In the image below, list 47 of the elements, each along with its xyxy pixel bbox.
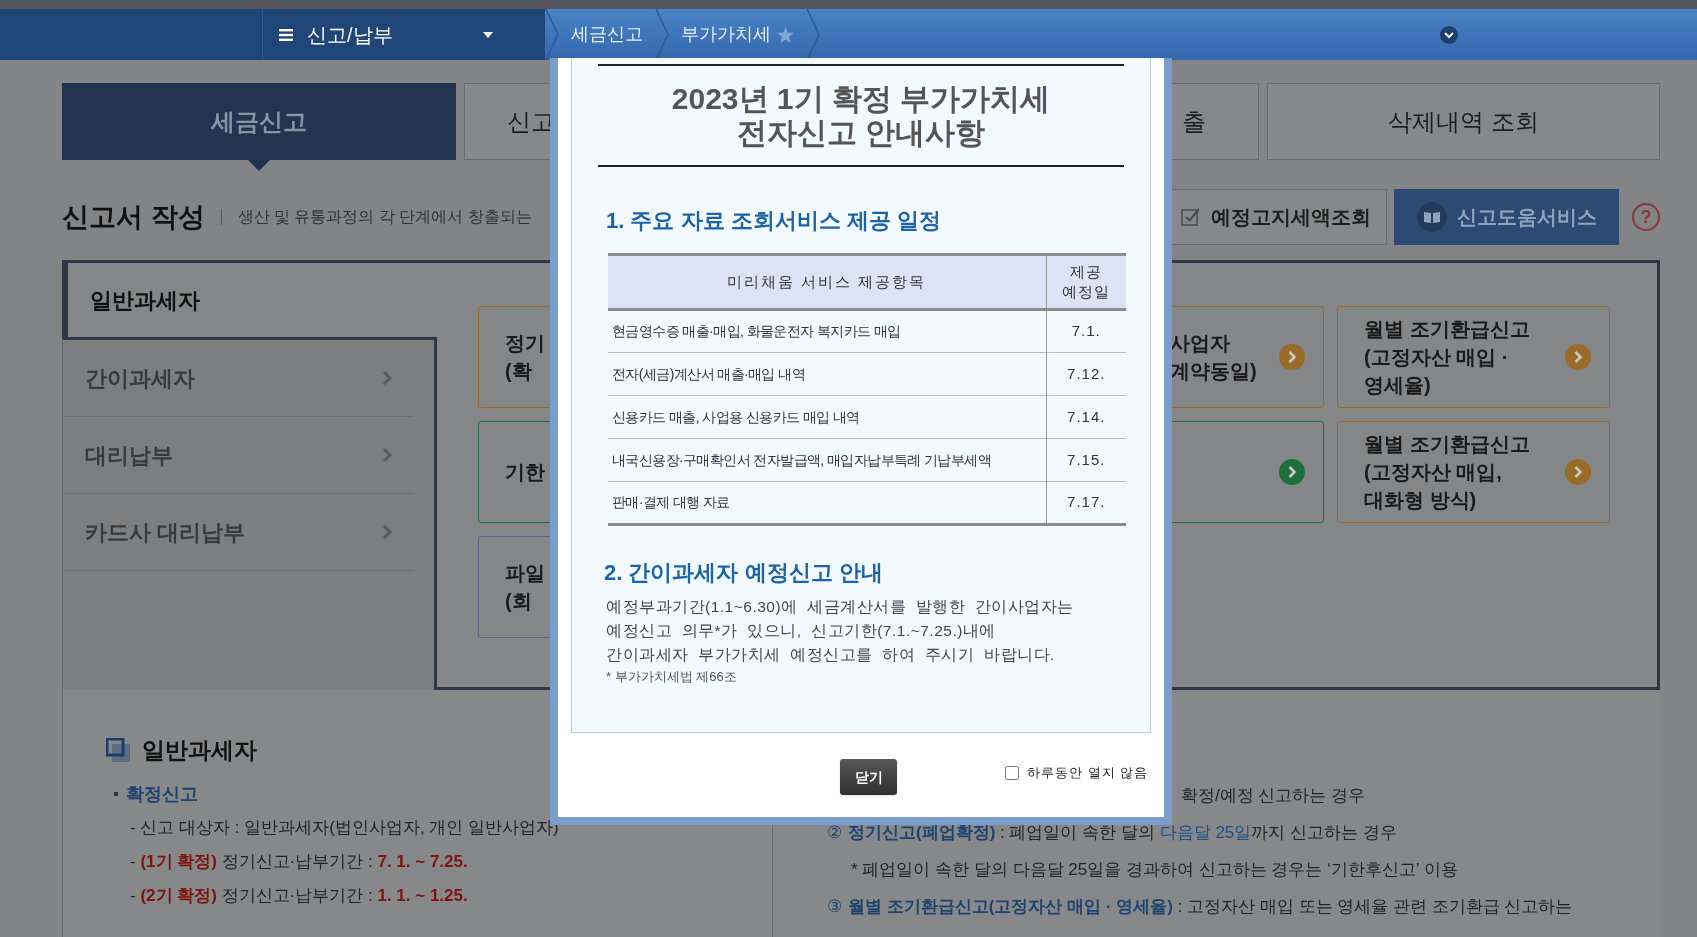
tab[interactable]: 삭제내역 조회 <box>1266 83 1660 160</box>
section-heading: 2. 간이과세자 예정신고 안내 <box>604 559 884 587</box>
card-label: 월별 조기환급신고 (고정자산 매입 · 영세율) <box>1364 317 1530 398</box>
table-cell: 7.17. <box>1046 481 1126 525</box>
notice-title: 2023년 1기 확정 부가가치세 전자신고 안내사항 <box>671 81 1051 150</box>
table-cell: 7.14. <box>1046 395 1126 439</box>
card-label: 월별 조기환급신고 (고정자산 매입, 대화형 방식) <box>1364 432 1530 513</box>
column-header: 미리채움 서비스 제공항목 <box>608 254 1046 310</box>
section-description: 생산 및 유통과정의 각 단계에서 창출되는 <box>237 207 532 227</box>
table-cell: 7.1. <box>1046 309 1126 353</box>
table-cell: 판매·결제 대행 자료 <box>608 481 1046 525</box>
card-label: 파일 (회 <box>505 561 545 614</box>
checkbox-label: 하루동안 열지 않음 <box>1027 764 1149 782</box>
table-cell: 7.12. <box>1046 352 1126 396</box>
bullet-text: - 신고 대상자 : 일반과세자(법인사업자, 개인 일반사업자) <box>130 817 560 839</box>
close-button[interactable]: 닫기 <box>840 759 897 795</box>
table-cell: 내국신용장·구매확인서 전자발급액, 매입자납부특례 기납부세액 <box>608 438 1046 482</box>
menu-card[interactable]: 월별 조기환급신고 (고정자산 매입 · 영세율) <box>1337 306 1610 408</box>
menu-card[interactable]: 월별 조기환급신고 (고정자산 매입, 대화형 방식) <box>1337 421 1610 523</box>
table-cell: 전자(세금)계산서 매출·매입 내역 <box>608 352 1046 396</box>
sidebar-item[interactable]: 간이과세자 <box>63 340 414 417</box>
card-label: 기한 <box>505 460 545 485</box>
breadcrumb-link[interactable]: 세금신고 <box>559 21 655 48</box>
card-label: 사업자 계약동일) <box>1170 331 1257 384</box>
table-cell: 신용카드 매출, 사업용 신용카드 매입 내역 <box>608 395 1046 439</box>
note-text: ② 정기신고(폐업확정) : 폐업일이 속한 달의 다음달 25일까지 신고하는 경우 <box>826 822 1398 844</box>
note-text: 확정/예정 신고하는 경우 <box>1180 785 1367 807</box>
note-text: ③ 월별 조기환급신고(고정자산 매입 · 영세율) : 고정자산 매입 또는 영세율 관련 조기환급 신고하는 <box>826 896 1574 918</box>
notice-paragraph: 예정부과기간(1.1~6.30)에 세금계산서를 발행한 간이사업자는 예정신고 의무*가 있으니, 신고기한(7.1.~7.25.)내에 간이과세자 부가가치세 예정신고를 하여 주시기 바랍니다. <box>606 597 1075 665</box>
footnote-text: * 부가가치세법 제66조 <box>606 668 738 686</box>
sidebar-item[interactable]: 대리납부 <box>63 417 414 494</box>
bullet-text: - (1기 확정) 정기신고·납부기간 : 7. 1. ~ 7.25. <box>130 851 469 873</box>
card-label: 정기 (확 <box>505 331 545 384</box>
section-title: 신고서 작성 <box>62 200 205 234</box>
sidebar-item[interactable]: 카드사 대리납부 <box>63 494 414 571</box>
table-cell: 7.15. <box>1046 438 1126 482</box>
subsection-title: 확정신고 <box>126 782 198 806</box>
tab[interactable]: 세금신고 <box>62 83 456 160</box>
table-cell: 현금영수증 매출·매입, 화물운전자 복지카드 매입 <box>608 309 1046 353</box>
column-header: 제공 예정일 <box>1046 254 1126 310</box>
note-text: * 폐업일이 속한 달의 다음달 25일을 경과하여 신고하는 경우는 ‘기한후신고’ 이용 <box>850 859 1459 881</box>
breadcrumb-link[interactable]: 부가가치세 <box>669 21 806 48</box>
bullet-text: - (2기 확정) 정기신고·납부기간 : 1. 1. ~ 1.25. <box>130 885 469 907</box>
group-title: 일반과세자 <box>142 735 257 765</box>
action-button[interactable]: 신고도움서비스 <box>1394 189 1619 245</box>
section-heading: 1. 주요 자료 조회서비스 제공 일정 <box>606 207 942 235</box>
sidebar-item[interactable]: 일반과세자 <box>62 260 437 337</box>
